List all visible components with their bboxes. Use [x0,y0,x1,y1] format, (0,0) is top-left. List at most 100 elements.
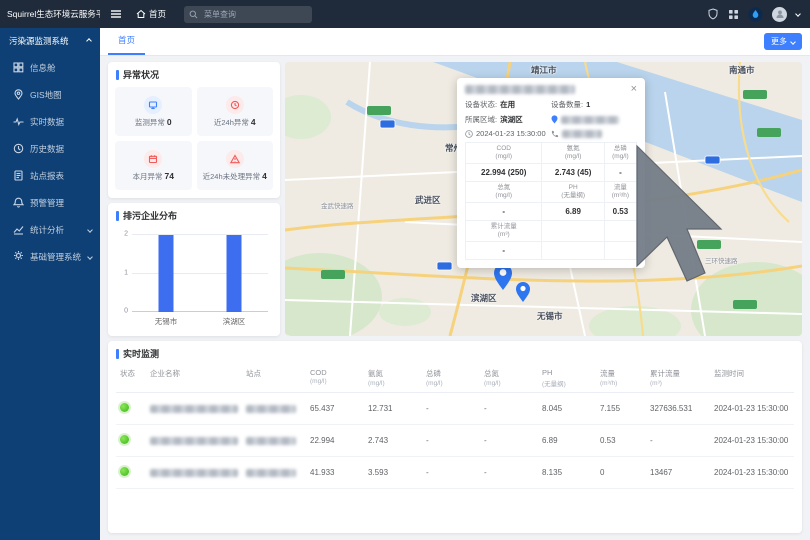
site-name-redacted [246,437,296,445]
trend-chart-icon [13,224,24,235]
sidebar-section-basic[interactable]: 基础管理系统 [0,243,100,270]
chevron-down-icon[interactable] [795,11,801,17]
chevron-down-icon [790,39,796,45]
cell-ph: 8.045 [538,393,596,425]
popup-time: 2024-01-23 15:30:00 [476,129,546,138]
column-header: 累计流量(m³) [646,364,710,393]
sidebar-item-label: 统计分析 [30,224,64,236]
search-box[interactable] [184,6,312,23]
topbar: Squirrel生态环境云服务平台 首页 [0,0,810,28]
chart-bar [227,235,242,312]
card-title: 实时监测 [123,347,159,360]
topbar-actions [707,7,810,22]
stat-label: 监测异常 [135,118,165,127]
sidebar-item-label: 预警管理 [30,197,64,209]
clock-icon [465,130,473,138]
table-row[interactable]: 22.9942.743--6.890.53-2024-01-23 15:30:0… [116,425,794,457]
sidebar-item[interactable]: 实时数据 [0,108,100,135]
shield-icon[interactable] [707,8,719,20]
region-value: 滨湖区 [500,114,523,125]
site-name-redacted [246,405,296,413]
tab-home[interactable]: 首页 [108,28,145,55]
map-city-label: 无锡市 [537,310,563,322]
warning-alert-icon [226,150,244,168]
cell-tn: - [480,425,538,457]
bell-icon [13,197,24,208]
table-row[interactable]: 41.9333.593--8.1350134672024-01-23 15:30… [116,457,794,489]
x-axis-label: 无锡市 [155,316,178,327]
apps-grid-icon[interactable] [728,9,739,20]
sidebar-item-label: 基础管理系统 [30,251,81,263]
sidebar-item[interactable]: GIS地图 [0,81,100,108]
cell-tp: - [422,457,480,489]
sidebar: 污染源监测系统 信息舱GIS地图实时数据历史数据站点报表预警管理统计分析 基础管… [0,28,100,540]
sidebar-item-label: 站点报表 [30,170,64,182]
status-dot [120,467,129,476]
cell-cod: 65.437 [306,393,364,425]
monitor-alert-icon [144,96,162,114]
card-header: 实时监测 [108,341,802,364]
search-icon [189,10,198,19]
app-logo: Squirrel生态环境云服务平台 [0,8,100,20]
sidebar-item[interactable]: 预警管理 [0,189,100,216]
stat-tile: 本月异常74 [115,141,192,190]
cell-flow: 7.155 [596,393,646,425]
pulse-icon [13,116,24,127]
stat-label: 近24h未处理异常 [203,172,261,181]
app-window: Squirrel生态环境云服务平台 首页 [0,0,810,540]
stat-value: 4 [251,117,256,127]
enterprise-name-redacted [150,437,238,445]
history-clock-icon [13,143,24,154]
column-header: 企业名称 [146,364,242,393]
chevron-down-icon [87,254,93,260]
cell-ph: 6.89 [538,425,596,457]
company-name-redacted [465,85,575,94]
hamburger-menu-icon[interactable] [110,8,122,20]
gis-map[interactable]: 靖江市南通市常州市江阴市武进区无锡市滨湖区金武快速路三环快速路 × 设备状态:在… [285,62,802,336]
map-city-label: 靖江市 [531,64,557,76]
report-doc-icon [13,170,24,181]
cell-total_flow: 13467 [646,457,710,489]
cell-tp: - [422,393,480,425]
more-button[interactable]: 更多 [764,33,802,50]
x-axis-label: 滨湖区 [223,316,246,327]
cell-nh3n: 3.593 [364,457,422,489]
sidebar-item[interactable]: 统计分析 [0,216,100,243]
bar-chart: 012无锡市滨湖区 [132,235,268,312]
device-status-value: 在用 [500,99,515,110]
column-header: 总氮(mg/l) [480,364,538,393]
sidebar-item-label: 历史数据 [30,143,64,155]
enterprise-distribution-card: 排污企业分布 012无锡市滨湖区 [108,203,280,336]
breadcrumb[interactable]: 首页 [136,8,166,20]
stat-value: 74 [165,171,174,181]
sidebar-item[interactable]: 站点报表 [0,162,100,189]
home-icon [136,9,146,19]
stat-tile: 近24h未处理异常4 [197,141,274,190]
avatar[interactable] [772,7,787,22]
close-icon[interactable]: × [631,85,637,94]
card-header: 排污企业分布 [108,203,280,226]
device-count-value: 1 [586,100,590,109]
card-header: 异常状况 [108,62,280,85]
sidebar-section-pollution[interactable]: 污染源监测系统 [0,28,100,54]
sidebar-item[interactable]: 历史数据 [0,135,100,162]
phone-icon [551,130,559,138]
map-city-label: 滨湖区 [471,292,497,304]
search-input[interactable] [202,9,307,20]
status-dot [120,435,129,444]
column-header: PH(无量纲) [538,364,596,393]
cell-total_flow: 327636.531 [646,393,710,425]
cell-nh3n: 12.731 [364,393,422,425]
map-pin-icon [13,89,24,100]
cell-tn: - [480,457,538,489]
chevron-up-icon [86,38,92,44]
sidebar-menu: 信息舱GIS地图实时数据历史数据站点报表预警管理统计分析 [0,54,100,243]
status-dot [120,403,129,412]
column-header: 监测时间 [710,364,794,393]
realtime-monitoring-card: 实时监测 状态企业名称站点COD(mg/l)氨氮(mg/l)总磷(mg/l)总氮… [108,341,802,533]
column-header: 总磷(mg/l) [422,364,480,393]
chart-gridline: 0 [132,311,268,312]
water-drop-logo-icon[interactable] [748,7,763,22]
table-row[interactable]: 65.43712.731--8.0457.155327636.5312024-0… [116,393,794,425]
sidebar-item[interactable]: 信息舱 [0,54,100,81]
